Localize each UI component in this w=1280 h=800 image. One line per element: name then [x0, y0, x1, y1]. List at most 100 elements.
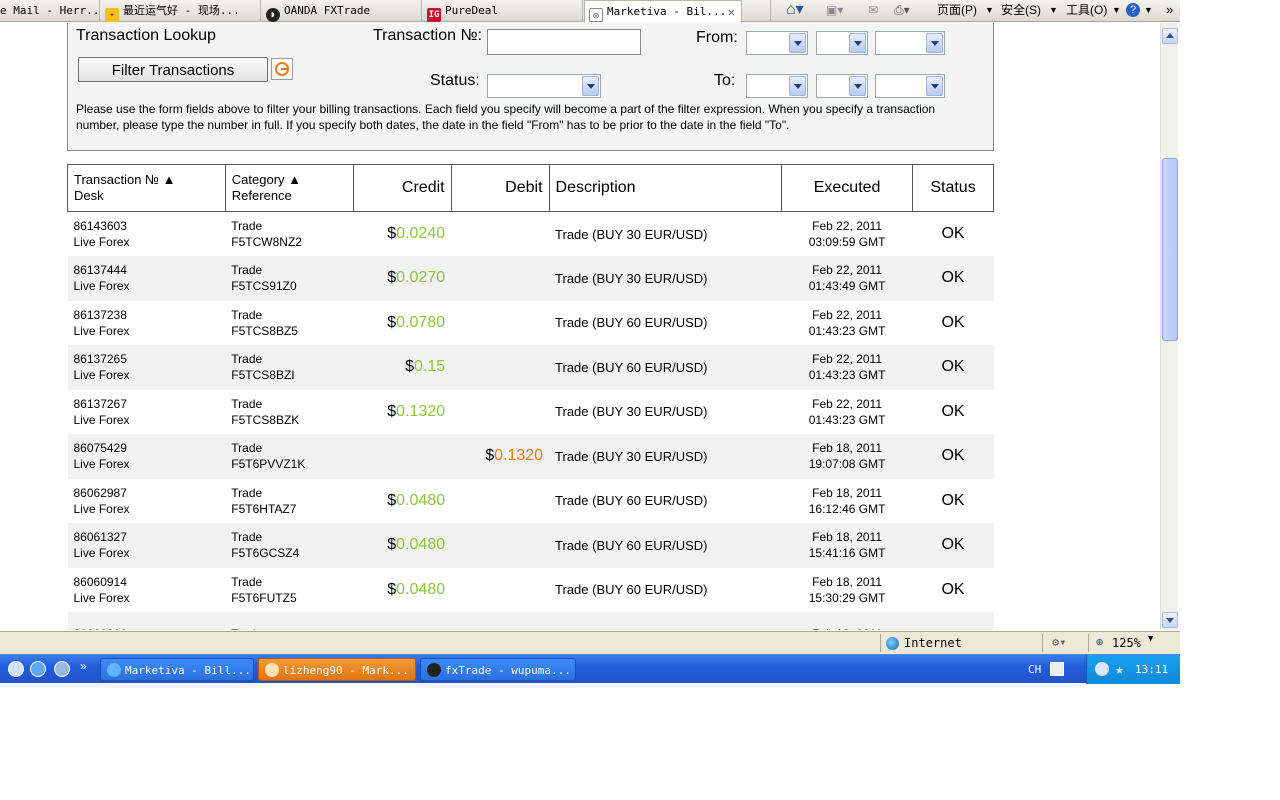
credit-amount: 0.1320: [396, 402, 446, 420]
cell-credit: $0.0270: [353, 256, 452, 301]
table-row: 86143603 Live Forex Trade F5TCW8NZ2 $0.0240 T…: [68, 212, 994, 257]
transaction-number[interactable]: 86061327: [74, 529, 220, 545]
tab-marketiva[interactable]: ◎ Marketiva - Bil... ✕: [584, 0, 742, 23]
cell-credit: $0.0240: [353, 212, 451, 257]
transaction-number[interactable]: 86137265: [74, 351, 220, 367]
transaction-number[interactable]: 86060914: [74, 574, 220, 590]
executed-time: 15:41:16 GMT: [808, 546, 886, 561]
marketiva-icon: ◎: [589, 8, 603, 22]
executed-time: 01:43:23 GMT: [808, 323, 886, 338]
transaction-number[interactable]: 86137444: [74, 262, 220, 278]
to-year-select[interactable]: [875, 74, 945, 98]
cell-status: [912, 612, 994, 630]
task-label: lizheng90 - Mark...: [283, 664, 409, 677]
column-header-transaction-no[interactable]: Transaction № ▲ Desk: [67, 164, 226, 212]
reference: F5T6PVVZ1K: [231, 457, 306, 472]
chevron-down-icon: [789, 76, 806, 96]
cell-debit: [451, 568, 549, 613]
language-indicator[interactable]: CH: [1028, 655, 1041, 684]
status-select[interactable]: [487, 74, 601, 98]
task-label: Marketiva - Bill...: [125, 664, 251, 677]
transaction-number[interactable]: 86137267: [74, 396, 220, 412]
to-day-select[interactable]: [816, 74, 868, 98]
sort-transaction-no[interactable]: Transaction № ▲: [74, 172, 219, 188]
tab-mail[interactable]: e Mail - Herr...: [0, 0, 100, 22]
from-day-select[interactable]: [816, 31, 868, 55]
from-month-select[interactable]: [746, 31, 808, 55]
tools-menu[interactable]: 工具(O): [1066, 0, 1107, 20]
filter-transactions-button[interactable]: Filter Transactions: [78, 57, 268, 82]
category: Trade: [231, 485, 263, 500]
transaction-number[interactable]: 86143603: [74, 218, 220, 234]
transaction-number[interactable]: 86062987: [74, 485, 220, 501]
network-icon[interactable]: [1095, 662, 1109, 676]
cell-debit: [451, 479, 549, 524]
transaction-no-input[interactable]: [487, 29, 641, 55]
cell-executed: Feb 22, 2011 01:43:23 GMT: [782, 390, 913, 435]
quicklaunch-more-icon[interactable]: »: [80, 659, 87, 673]
close-icon[interactable]: ✕: [728, 1, 735, 23]
desk: Live Forex: [73, 235, 130, 249]
cell-credit: $0.0480: [353, 523, 452, 568]
tab-puredeal[interactable]: IG PureDeal: [423, 0, 583, 22]
page-menu[interactable]: 页面(P): [937, 0, 977, 20]
cell-executed: Feb 22, 2011 01:43:49 GMT: [781, 256, 913, 301]
zoom-icon[interactable]: ⊕: [1096, 635, 1103, 649]
cell-executed: Feb 18, 2011 19:07:08 GMT: [781, 434, 913, 479]
currency-symbol: $: [405, 358, 414, 376]
new-tab-button[interactable]: [743, 0, 771, 22]
transaction-number[interactable]: 86060916: [74, 626, 220, 630]
tab-forum[interactable]: ✦ 最近运气好 - 现场...: [101, 0, 261, 22]
category: Trade: [231, 626, 347, 630]
scroll-thumb[interactable]: [1162, 158, 1178, 341]
reset-filter-button[interactable]: [271, 58, 293, 80]
protected-mode-icon[interactable]: ⚙▾: [1052, 635, 1066, 649]
transaction-number[interactable]: 86075429: [74, 440, 220, 456]
task-fxtrade[interactable]: fxTrade - wupuma...: [420, 658, 576, 681]
cell-transaction: 86075429 Live Forex: [67, 434, 226, 479]
credit-amount: 0.0240: [396, 225, 446, 242]
cell-credit: [353, 434, 452, 479]
feeds-icon[interactable]: ▣▾: [826, 0, 843, 20]
reference: F5TCS8BZK: [231, 412, 300, 427]
scroll-down-button[interactable]: [1162, 612, 1178, 628]
print-icon[interactable]: ⎙▾: [894, 0, 910, 20]
to-month-select[interactable]: [746, 74, 808, 98]
table-row: 86137267 Live Forex Trade F5TCS8BZK $0.1320 T…: [68, 390, 994, 435]
home-icon[interactable]: ⌂▾: [786, 0, 804, 20]
category: Trade: [231, 396, 263, 411]
vertical-scrollbar[interactable]: [1160, 23, 1178, 630]
currency-symbol: $: [387, 225, 397, 242]
currency-symbol: $: [387, 313, 397, 331]
ie-quicklaunch-icon[interactable]: [30, 661, 46, 677]
star-icon[interactable]: ★: [1115, 655, 1124, 684]
column-header-category[interactable]: Category ▲ Reference: [224, 164, 354, 212]
sort-category[interactable]: Category ▲: [232, 172, 347, 188]
transaction-number[interactable]: 86137238: [74, 307, 220, 323]
tab-label: OANDA FXTrade: [284, 4, 371, 17]
tab-label: e Mail - Herr...: [0, 4, 100, 17]
executed-time: 16:12:46 GMT: [808, 501, 886, 516]
scroll-up-button[interactable]: [1162, 28, 1178, 44]
task-messenger[interactable]: lizheng90 - Mark...: [258, 658, 416, 681]
messenger-quicklaunch-icon[interactable]: [54, 661, 70, 677]
reference: F5T6HTAZ7: [231, 501, 297, 516]
help-icon[interactable]: ?: [1126, 3, 1140, 17]
cell-executed: Feb 22, 2011 01:43:23 GMT: [782, 301, 913, 346]
executed-date: Feb 18, 2011: [788, 626, 907, 630]
from-year-select[interactable]: [875, 31, 945, 55]
zoom-level[interactable]: 125%: [1112, 636, 1141, 650]
transactions-body: 86143603 Live Forex Trade F5TCW8NZ2 $0.0240 T…: [67, 212, 994, 630]
mail-icon[interactable]: ✉: [868, 0, 878, 20]
chevron-down-icon[interactable]: ▼: [1148, 634, 1153, 644]
transaction-lookup-panel: Transaction Lookup Transaction №: From: …: [67, 23, 994, 151]
status-divider: [880, 634, 881, 652]
column-header-status: Status: [912, 164, 994, 212]
panel-title: Transaction Lookup: [76, 27, 216, 44]
ime-icon[interactable]: [1050, 662, 1064, 676]
tab-oanda[interactable]: ◗ OANDA FXTrade: [262, 0, 422, 22]
desktop-icon[interactable]: [8, 661, 24, 677]
safety-menu[interactable]: 安全(S): [1001, 0, 1041, 20]
more-tools-icon[interactable]: »: [1166, 0, 1173, 20]
task-marketiva[interactable]: Marketiva - Bill...: [100, 658, 254, 681]
